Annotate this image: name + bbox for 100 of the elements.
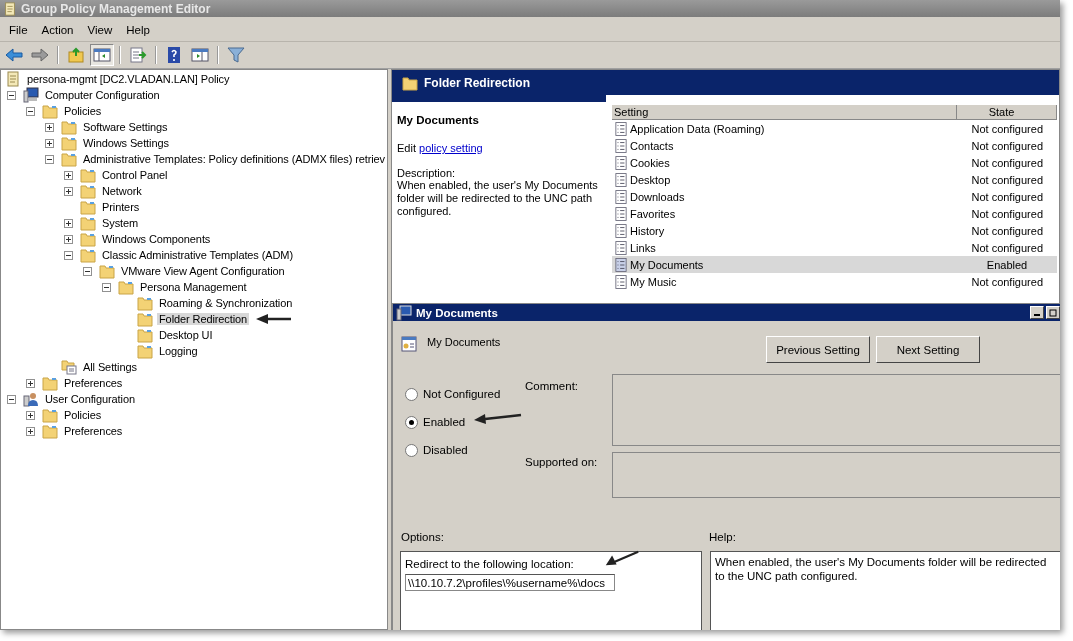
filter-icon bbox=[227, 47, 245, 63]
expand-icon[interactable] bbox=[26, 426, 35, 436]
forward-arrow-icon bbox=[31, 47, 49, 63]
annotation-arrow bbox=[603, 550, 640, 568]
back-arrow-icon bbox=[5, 47, 23, 63]
folder-icon bbox=[402, 74, 418, 91]
setting-name: Application Data (Roaming) bbox=[630, 122, 766, 135]
folder-icon bbox=[61, 151, 77, 167]
tree-item[interactable]: Computer Configuration bbox=[43, 89, 162, 101]
tree-item[interactable]: Classic Administrative Templates (ADM) bbox=[100, 249, 295, 261]
dialog-title: My Documents bbox=[416, 306, 498, 319]
setting-name: Downloads bbox=[630, 190, 686, 203]
comment-field[interactable] bbox=[612, 374, 1060, 446]
setting-title: My Documents bbox=[397, 114, 480, 126]
policy-setting-link[interactable]: policy setting bbox=[419, 142, 483, 154]
folder-icon bbox=[61, 119, 77, 135]
tree-item[interactable]: Logging bbox=[157, 345, 200, 357]
tree-item[interactable]: Persona Management bbox=[138, 281, 249, 293]
menu-item[interactable]: View bbox=[80, 24, 120, 36]
show-tree-button[interactable] bbox=[90, 44, 114, 66]
tree-item[interactable]: Administrative Templates: Policy definitions (ADMX files) retriev bbox=[81, 153, 387, 165]
policy-setting-icon bbox=[401, 336, 417, 352]
expand-icon[interactable] bbox=[26, 378, 35, 388]
description-label: Description: bbox=[397, 167, 457, 179]
setting-row[interactable]: Favorites Not configured bbox=[612, 205, 1057, 222]
menu-item[interactable]: File bbox=[2, 24, 35, 36]
setting-row[interactable]: Cookies Not configured bbox=[612, 154, 1057, 171]
expand-icon[interactable] bbox=[26, 410, 35, 420]
tree-item[interactable]: Control Panel bbox=[100, 169, 170, 181]
radio-label[interactable]: Enabled bbox=[423, 416, 466, 428]
setting-row[interactable]: Application Data (Roaming) Not configured bbox=[612, 120, 1057, 137]
folder-icon bbox=[42, 103, 58, 119]
menu-item[interactable]: Help bbox=[119, 24, 157, 36]
location-input[interactable]: \\10.10.7.2\profiles\%username%\docs bbox=[405, 574, 615, 591]
collapse-icon[interactable] bbox=[7, 90, 16, 100]
tree-item[interactable]: VMware View Agent Configuration bbox=[119, 265, 287, 277]
setting-icon bbox=[615, 155, 627, 170]
help-text: When enabled, the user's My Documents folder will be redirected to the UNC path configured. bbox=[710, 551, 1060, 630]
tree-item[interactable]: System bbox=[100, 217, 141, 229]
setting-state: Not configured bbox=[970, 173, 1044, 186]
tree-item[interactable]: Windows Components bbox=[100, 233, 213, 245]
expand-icon[interactable] bbox=[64, 186, 73, 196]
tree-item[interactable]: Roaming & Synchronization bbox=[157, 297, 295, 309]
tree-item[interactable]: Network bbox=[100, 185, 144, 197]
radio-label[interactable]: Not Configured bbox=[423, 388, 501, 400]
tree-item[interactable]: Policies bbox=[62, 105, 104, 117]
tree-item[interactable]: Folder Redirection bbox=[157, 313, 250, 325]
tree-item[interactable]: Preferences bbox=[62, 377, 125, 389]
column-header[interactable]: State bbox=[957, 105, 1057, 120]
setting-row[interactable]: Links Not configured bbox=[612, 239, 1057, 256]
folder-icon bbox=[42, 375, 58, 391]
setting-row[interactable]: Downloads Not configured bbox=[612, 188, 1057, 205]
tree-item[interactable]: All Settings bbox=[81, 361, 139, 373]
minimize-button[interactable] bbox=[1030, 306, 1044, 319]
next-setting-button[interactable]: Next Setting bbox=[876, 336, 980, 363]
tree-item[interactable]: Preferences bbox=[62, 425, 125, 437]
radio-button[interactable] bbox=[405, 387, 418, 401]
filter-button[interactable] bbox=[224, 44, 248, 66]
radio-button[interactable] bbox=[405, 415, 418, 429]
setting-row[interactable]: History Not configured bbox=[612, 222, 1057, 239]
collapse-icon[interactable] bbox=[102, 282, 111, 292]
setting-state: Not configured bbox=[970, 122, 1044, 135]
tree-item[interactable]: Windows Settings bbox=[81, 137, 171, 149]
setting-row[interactable]: My Documents Enabled bbox=[612, 256, 1057, 273]
menu-item[interactable]: Action bbox=[34, 24, 81, 36]
setting-icon bbox=[615, 240, 627, 255]
collapse-icon[interactable] bbox=[83, 266, 92, 276]
tree-item[interactable]: Policies bbox=[62, 409, 104, 421]
tree-item[interactable]: persona-mgmt [DC2.VLADAN.LAN] Policy bbox=[25, 73, 232, 85]
setting-state: Not configured bbox=[970, 139, 1044, 152]
radio-label[interactable]: Disabled bbox=[423, 444, 468, 456]
setting-name: My Music bbox=[630, 275, 678, 288]
expand-icon[interactable] bbox=[64, 170, 73, 180]
supported-on-label: Supported on: bbox=[525, 456, 599, 468]
help-label: Help: bbox=[709, 531, 736, 545]
tree-item[interactable]: Software Settings bbox=[81, 121, 170, 133]
previous-setting-button[interactable]: Previous Setting bbox=[766, 336, 870, 363]
collapse-icon[interactable] bbox=[64, 250, 73, 260]
folder-icon bbox=[137, 295, 153, 311]
radio-button[interactable] bbox=[405, 443, 418, 457]
tree-item[interactable]: Desktop UI bbox=[157, 329, 215, 341]
setting-icon bbox=[615, 206, 627, 221]
collapse-icon[interactable] bbox=[26, 106, 35, 116]
expand-icon[interactable] bbox=[64, 234, 73, 244]
collapse-icon[interactable] bbox=[45, 154, 54, 164]
expand-icon[interactable] bbox=[64, 218, 73, 228]
maximize-button[interactable] bbox=[1046, 306, 1060, 319]
setting-row[interactable]: Desktop Not configured bbox=[612, 171, 1057, 188]
comment-label: Comment: bbox=[525, 380, 580, 392]
column-header[interactable]: Setting bbox=[612, 105, 957, 120]
setting-row[interactable]: My Music Not configured bbox=[612, 273, 1057, 290]
setting-name: Contacts bbox=[630, 139, 675, 152]
annotation-arrow bbox=[255, 313, 294, 325]
setting-row[interactable]: Contacts Not configured bbox=[612, 137, 1057, 154]
tree-item[interactable]: User Configuration bbox=[43, 393, 137, 405]
collapse-icon[interactable] bbox=[7, 394, 16, 404]
expand-icon[interactable] bbox=[45, 122, 54, 132]
expand-icon[interactable] bbox=[45, 138, 54, 148]
setting-state: Not configured bbox=[970, 190, 1044, 203]
tree-item[interactable]: Printers bbox=[100, 201, 142, 213]
